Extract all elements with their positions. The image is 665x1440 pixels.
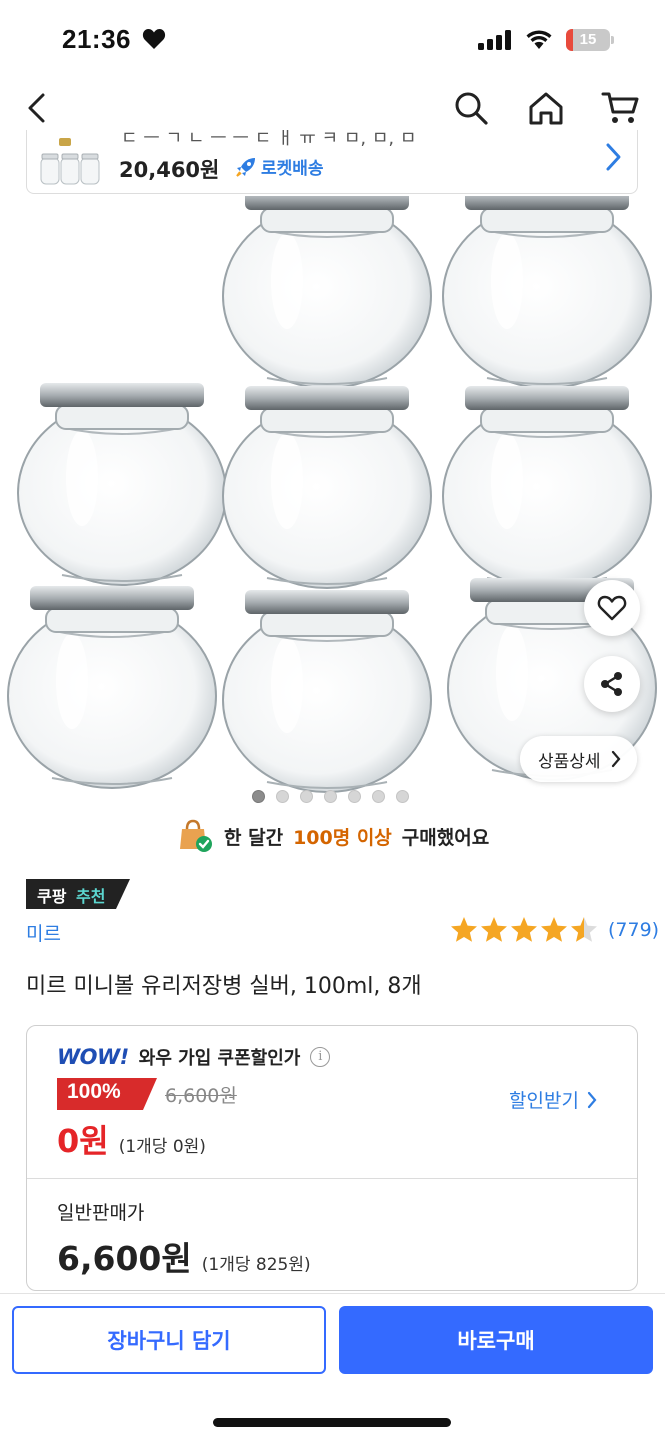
wifi-icon <box>526 30 552 49</box>
wow-price: 0원 (1개당 0원) <box>57 1116 206 1162</box>
product-title: 미르 미니볼 유리저장병 실버, 100ml, 8개 <box>26 974 422 999</box>
clock: 21:36 <box>62 24 131 54</box>
brand-link[interactable]: 미르 <box>26 919 61 946</box>
rating[interactable]: (779) <box>450 916 659 943</box>
purchase-count: 100명 이상 <box>293 826 392 849</box>
normal-price-label: 일반판매가 <box>57 1202 145 1224</box>
product-image-gallery[interactable]: 상품상세 <box>0 196 665 810</box>
recommended-product-thumbnail <box>40 138 100 185</box>
gallery-pagination[interactable] <box>252 790 409 803</box>
purchase-banner-prefix: 한 달간 <box>224 826 284 849</box>
purchase-banner-suffix: 구매했어요 <box>401 826 490 849</box>
review-count[interactable]: (779) <box>608 919 659 941</box>
product-image <box>7 196 657 793</box>
cart-icon[interactable] <box>601 90 641 126</box>
rocket-icon <box>236 157 255 177</box>
normal-price: 6,600원 (1개당 825원) <box>57 1232 311 1280</box>
discount-badge: 100% <box>57 1078 157 1110</box>
badge-text-coupang: 쿠팡 <box>37 887 67 906</box>
recommended-product-name-cut: ㄷ ㅡ ㄱ ㄴ ㅡ ㅡ ㄷ ㅐ ㅠ ㅋ ㅁ, ㅁ, ㅁ <box>121 130 417 149</box>
star-icon <box>481 917 507 942</box>
battery-icon: 15 <box>566 29 614 51</box>
recommended-product-strip[interactable]: ㄷ ㅡ ㄱ ㄴ ㅡ ㅡ ㄷ ㅐ ㅠ ㅋ ㅁ, ㅁ, ㅁ 20,460원 로켓배송 <box>26 130 638 194</box>
home-indicator[interactable] <box>213 1418 451 1427</box>
gallery-dot[interactable] <box>396 790 409 803</box>
star-icon <box>541 917 567 942</box>
recommended-product-price: 20,460원 <box>119 158 220 182</box>
home-icon[interactable] <box>527 90 565 126</box>
search-icon[interactable] <box>453 90 489 126</box>
star-icon <box>511 917 537 942</box>
badge-text-recommend: 추천 <box>76 887 106 906</box>
discount-percent: 100% <box>67 1080 121 1103</box>
info-icon[interactable]: i <box>310 1047 331 1067</box>
normal-price-value: 6,600원 <box>57 1239 192 1278</box>
get-coupon-label: 할인받기 <box>509 1090 579 1112</box>
wow-logo: WOW! <box>57 1045 129 1069</box>
discount-row: 100% 6,600원 <box>57 1078 237 1110</box>
wow-offer-header: WOW! 와우 가입 쿠폰할인가 i <box>57 1044 331 1070</box>
add-to-cart-button[interactable]: 장바구니 담기 <box>12 1306 326 1374</box>
purchase-count-banner: 한 달간 100명 이상 구매했어요 <box>178 818 489 854</box>
star-icon <box>571 917 597 942</box>
wishlist-button[interactable] <box>584 580 640 636</box>
product-detail-label: 상품상세 <box>538 751 601 772</box>
gallery-dot[interactable] <box>276 790 289 803</box>
back-arrow-icon[interactable] <box>24 92 48 124</box>
chevron-right-icon <box>587 1091 597 1108</box>
product-detail-button[interactable]: 상품상세 <box>520 736 637 782</box>
status-bar: 21:36 15 <box>0 0 665 80</box>
shopping-bag-check-icon <box>180 819 212 852</box>
star-rating <box>450 916 598 943</box>
gallery-dot[interactable] <box>324 790 337 803</box>
gallery-dot[interactable] <box>252 790 265 803</box>
bottom-action-bar: 장바구니 담기 바로구매 <box>0 1293 665 1440</box>
star-icon <box>451 917 477 942</box>
rocket-delivery-label: 로켓배송 <box>235 154 324 179</box>
get-coupon-link[interactable]: 할인받기 <box>509 1086 597 1113</box>
chevron-right-icon <box>611 750 621 768</box>
gallery-dot[interactable] <box>372 790 385 803</box>
share-button[interactable] <box>584 656 640 712</box>
share-icon <box>601 672 622 696</box>
price-divider <box>27 1178 637 1179</box>
normal-unit-price: (1개당 825원) <box>201 1255 311 1275</box>
wow-price-value: 0원 <box>57 1122 109 1160</box>
rocket-delivery-text: 로켓배송 <box>261 159 324 179</box>
chevron-right-icon[interactable] <box>603 142 623 172</box>
coupang-recommend-badge: 쿠팡 추천 <box>26 879 130 909</box>
heart-icon <box>142 29 166 49</box>
wow-unit-price: (1개당 0원) <box>118 1137 206 1157</box>
battery-percentage: 15 <box>579 31 597 48</box>
buy-now-button[interactable]: 바로구매 <box>339 1306 653 1374</box>
gallery-dot[interactable] <box>348 790 361 803</box>
heart-outline-icon <box>597 595 627 621</box>
wow-offer-label: 와우 가입 쿠폰할인가 <box>138 1048 301 1069</box>
gallery-dot[interactable] <box>300 790 313 803</box>
price-box: WOW! 와우 가입 쿠폰할인가 i 100% 6,600원 0원 (1개당 0… <box>26 1025 638 1291</box>
cellular-signal-icon <box>478 30 511 50</box>
original-price: 6,600원 <box>165 1084 237 1107</box>
